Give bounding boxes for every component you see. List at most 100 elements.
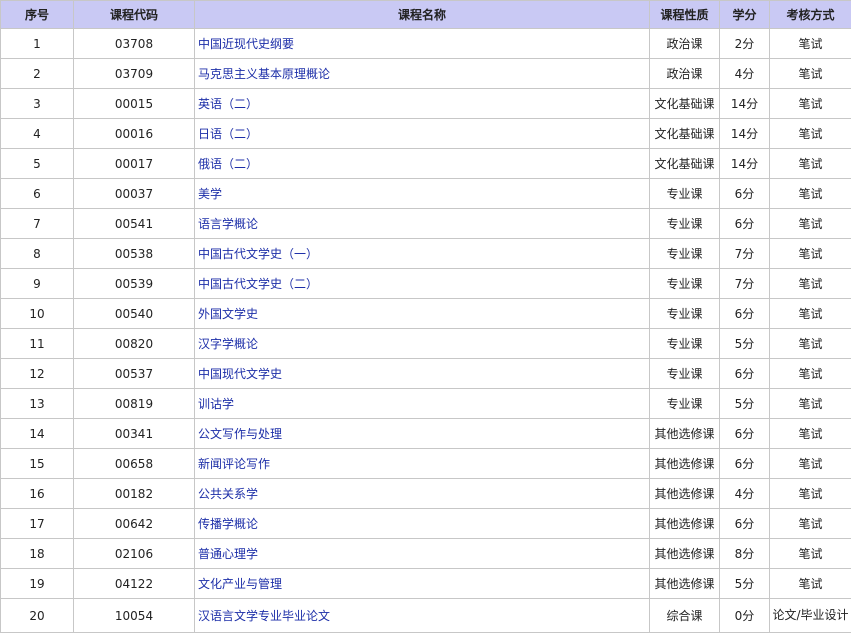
row-number-cell: 4	[0, 118, 74, 149]
course-name-cell: 马克思主义基本原理概论	[194, 58, 650, 89]
row-number-cell: 1	[0, 28, 74, 59]
course-name-link[interactable]: 马克思主义基本原理概论	[198, 67, 330, 81]
course-code-cell: 00538	[73, 238, 195, 269]
row-number-cell: 9	[0, 268, 74, 299]
table-row: 19 04122 文化产业与管理 其他选修课 5分 笔试	[0, 568, 851, 599]
header-exam: 考核方式	[769, 0, 851, 29]
table-row: 5 00017 俄语（二） 文化基础课 14分 笔试	[0, 148, 851, 179]
table-row: 6 00037 美学 专业课 6分 笔试	[0, 178, 851, 209]
course-name-cell: 英语（二）	[194, 88, 650, 119]
course-code-cell: 00015	[73, 88, 195, 119]
course-name-link[interactable]: 新闻评论写作	[198, 457, 270, 471]
table-row: 18 02106 普通心理学 其他选修课 8分 笔试	[0, 538, 851, 569]
course-name-link[interactable]: 文化产业与管理	[198, 577, 282, 591]
course-credit-cell: 6分	[719, 208, 770, 239]
table-row: 10 00540 外国文学史 专业课 6分 笔试	[0, 298, 851, 329]
course-type-cell: 其他选修课	[649, 478, 720, 509]
course-name-cell: 中国现代文学史	[194, 358, 650, 389]
course-code-cell: 00541	[73, 208, 195, 239]
course-name-cell: 中国古代文学史（一）	[194, 238, 650, 269]
row-number-cell: 12	[0, 358, 74, 389]
course-name-link[interactable]: 中国古代文学史（二）	[198, 277, 318, 291]
header-no: 序号	[0, 0, 74, 29]
course-name-link[interactable]: 训诂学	[198, 397, 234, 411]
header-code: 课程代码	[73, 0, 195, 29]
table-row: 12 00537 中国现代文学史 专业课 6分 笔试	[0, 358, 851, 389]
course-name-link[interactable]: 语言学概论	[198, 217, 258, 231]
course-credit-cell: 14分	[719, 88, 770, 119]
course-name-link[interactable]: 汉字学概论	[198, 337, 258, 351]
course-name-link[interactable]: 公文写作与处理	[198, 427, 282, 441]
course-credit-cell: 14分	[719, 148, 770, 179]
course-code-cell: 00820	[73, 328, 195, 359]
course-code-cell: 04122	[73, 568, 195, 599]
course-code-cell: 00539	[73, 268, 195, 299]
row-number-cell: 5	[0, 148, 74, 179]
course-credit-cell: 6分	[719, 448, 770, 479]
course-name-cell: 文化产业与管理	[194, 568, 650, 599]
course-name-link[interactable]: 中国古代文学史（一）	[198, 247, 318, 261]
table-row: 15 00658 新闻评论写作 其他选修课 6分 笔试	[0, 448, 851, 479]
course-name-cell: 外国文学史	[194, 298, 650, 329]
course-code-cell: 00017	[73, 148, 195, 179]
header-credit: 学分	[719, 0, 770, 29]
course-name-link[interactable]: 中国近现代史纲要	[198, 37, 294, 51]
table-row: 1 03708 中国近现代史纲要 政治课 2分 笔试	[0, 28, 851, 59]
course-name-link[interactable]: 英语（二）	[198, 97, 258, 111]
course-code-cell: 00540	[73, 298, 195, 329]
course-credit-cell: 2分	[719, 28, 770, 59]
exam-method-cell: 笔试	[769, 208, 851, 239]
course-name-link[interactable]: 外国文学史	[198, 307, 258, 321]
course-type-cell: 专业课	[649, 358, 720, 389]
row-number-cell: 6	[0, 178, 74, 209]
table-row: 4 00016 日语（二） 文化基础课 14分 笔试	[0, 118, 851, 149]
course-name-link[interactable]: 日语（二）	[198, 127, 258, 141]
course-code-cell: 00642	[73, 508, 195, 539]
course-credit-cell: 4分	[719, 478, 770, 509]
course-credit-cell: 6分	[719, 298, 770, 329]
course-name-cell: 中国近现代史纲要	[194, 28, 650, 59]
table-row: 16 00182 公共关系学 其他选修课 4分 笔试	[0, 478, 851, 509]
table-row: 13 00819 训诂学 专业课 5分 笔试	[0, 388, 851, 419]
course-credit-cell: 14分	[719, 118, 770, 149]
course-type-cell: 其他选修课	[649, 508, 720, 539]
course-code-cell: 00658	[73, 448, 195, 479]
row-number-cell: 7	[0, 208, 74, 239]
course-type-cell: 文化基础课	[649, 148, 720, 179]
course-name-cell: 新闻评论写作	[194, 448, 650, 479]
course-credit-cell: 8分	[719, 538, 770, 569]
row-number-cell: 20	[0, 598, 74, 633]
course-name-cell: 中国古代文学史（二）	[194, 268, 650, 299]
table-row: 8 00538 中国古代文学史（一） 专业课 7分 笔试	[0, 238, 851, 269]
course-name-link[interactable]: 公共关系学	[198, 487, 258, 501]
course-name-cell: 公文写作与处理	[194, 418, 650, 449]
course-name-link[interactable]: 传播学概论	[198, 517, 258, 531]
course-name-link[interactable]: 俄语（二）	[198, 157, 258, 171]
course-name-cell: 语言学概论	[194, 208, 650, 239]
header-row: 序号 课程代码 课程名称 课程性质 学分 考核方式	[0, 0, 851, 29]
course-name-cell: 传播学概论	[194, 508, 650, 539]
row-number-cell: 15	[0, 448, 74, 479]
course-type-cell: 专业课	[649, 298, 720, 329]
course-name-link[interactable]: 美学	[198, 187, 222, 201]
exam-method-cell: 笔试	[769, 478, 851, 509]
course-name-link[interactable]: 普通心理学	[198, 547, 258, 561]
course-type-cell: 综合课	[649, 598, 720, 633]
course-type-cell: 专业课	[649, 208, 720, 239]
exam-method-cell: 笔试	[769, 418, 851, 449]
course-name-link[interactable]: 中国现代文学史	[198, 367, 282, 381]
course-type-cell: 专业课	[649, 268, 720, 299]
exam-method-cell: 笔试	[769, 28, 851, 59]
exam-method-cell: 笔试	[769, 508, 851, 539]
course-name-link[interactable]: 汉语言文学专业毕业论文	[198, 609, 330, 623]
course-type-cell: 其他选修课	[649, 538, 720, 569]
course-type-cell: 政治课	[649, 28, 720, 59]
course-name-cell: 汉语言文学专业毕业论文	[194, 598, 650, 633]
course-code-cell: 00182	[73, 478, 195, 509]
exam-method-cell: 笔试	[769, 58, 851, 89]
table-header: 序号 课程代码 课程名称 课程性质 学分 考核方式	[0, 0, 851, 29]
course-code-cell: 00037	[73, 178, 195, 209]
course-credit-cell: 7分	[719, 238, 770, 269]
course-credit-cell: 7分	[719, 268, 770, 299]
course-type-cell: 专业课	[649, 328, 720, 359]
